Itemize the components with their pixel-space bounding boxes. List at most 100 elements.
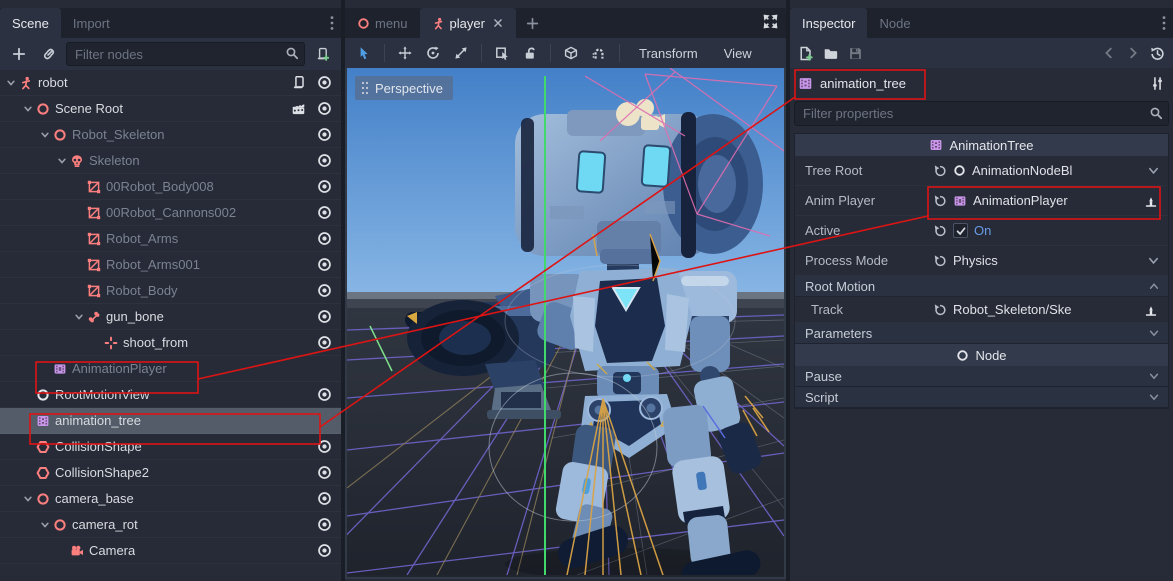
chevron-down-icon[interactable] [1147, 164, 1162, 177]
tab-inspector[interactable]: Inspector [790, 8, 867, 38]
filter-nodes-input[interactable] [66, 42, 305, 66]
tree-row-camera-rot[interactable]: camera_rot [0, 512, 341, 538]
revert-icon[interactable] [933, 224, 947, 238]
select-list-button[interactable] [489, 41, 515, 65]
new-resource-icon[interactable] [798, 46, 813, 61]
eye-icon[interactable] [311, 201, 337, 225]
tree-row-animation-tree[interactable]: animation_tree [0, 408, 341, 434]
inspector-menu-icon[interactable] [1161, 15, 1167, 31]
chevron-down-icon[interactable] [72, 311, 86, 323]
eye-icon[interactable] [311, 305, 337, 329]
chevron-down-icon[interactable] [21, 467, 35, 479]
chevron-down-icon[interactable] [72, 207, 86, 219]
chevron-down-icon[interactable] [38, 129, 52, 141]
script-icon[interactable] [285, 71, 311, 95]
new-scene-tab-button[interactable] [516, 8, 549, 38]
section-pause[interactable]: Pause [795, 366, 1168, 387]
chevron-down-icon[interactable] [21, 103, 35, 115]
tree-root-value[interactable]: AnimationNodeBl [953, 163, 1162, 178]
revert-icon[interactable] [933, 303, 947, 317]
tree-row-skeleton[interactable]: Skeleton [0, 148, 341, 174]
tree-row-robot-arms[interactable]: Robot_Arms [0, 226, 341, 252]
eye-icon[interactable] [311, 539, 337, 563]
chevron-down-icon[interactable] [72, 233, 86, 245]
tab-import[interactable]: Import [61, 8, 122, 38]
save-resource-icon[interactable] [848, 46, 863, 61]
eye-icon[interactable] [311, 513, 337, 537]
chevron-down-icon[interactable] [21, 493, 35, 505]
chevron-down-icon[interactable] [72, 259, 86, 271]
instance-scene-button[interactable] [36, 42, 62, 66]
tree-row-camera-base[interactable]: camera_base [0, 486, 341, 512]
snap-button[interactable] [586, 41, 612, 65]
eye-icon[interactable] [311, 149, 337, 173]
chevron-down-icon[interactable] [55, 545, 69, 557]
movie-clapper-icon[interactable] [285, 97, 311, 121]
chevron-down-icon[interactable] [89, 337, 103, 349]
eye-icon[interactable] [311, 123, 337, 147]
tab-menu-scene[interactable]: menu [345, 8, 420, 38]
group-button[interactable] [558, 41, 584, 65]
lock-button[interactable] [517, 41, 543, 65]
tree-row-robot-skeleton[interactable]: Robot_Skeleton [0, 122, 341, 148]
history-back-icon[interactable] [1102, 46, 1116, 60]
eye-icon[interactable] [311, 227, 337, 251]
tree-row-collisionshape[interactable]: CollisionShape [0, 434, 341, 460]
assign-node-icon[interactable] [1144, 303, 1162, 317]
object-history-icon[interactable] [1150, 46, 1165, 61]
chevron-down-icon[interactable] [1147, 254, 1162, 267]
chevron-down-icon[interactable] [72, 181, 86, 193]
eye-icon[interactable] [311, 435, 337, 459]
tree-row-00robot-cannons002[interactable]: 00Robot_Cannons002 [0, 200, 341, 226]
chevron-down-icon[interactable] [4, 77, 18, 89]
anim-player-value[interactable]: AnimationPlayer [953, 193, 1162, 208]
section-root-motion[interactable]: Root Motion [795, 276, 1168, 297]
tab-player-scene[interactable]: player [420, 8, 516, 38]
tab-node[interactable]: Node [867, 8, 922, 38]
add-node-button[interactable] [6, 42, 32, 66]
chevron-down-icon[interactable] [21, 389, 35, 401]
select-tool-button[interactable] [351, 41, 377, 65]
tree-row-rootmotionview[interactable]: RootMotionView [0, 382, 341, 408]
chevron-down-icon[interactable] [21, 415, 35, 427]
load-resource-icon[interactable] [823, 46, 838, 61]
revert-icon[interactable] [933, 164, 947, 178]
revert-icon[interactable] [933, 194, 947, 208]
transform-menu[interactable]: Transform [627, 46, 710, 61]
eye-icon[interactable] [311, 279, 337, 303]
tree-row-animationplayer[interactable]: AnimationPlayer [0, 356, 341, 382]
chevron-down-icon[interactable] [72, 285, 86, 297]
eye-icon[interactable] [311, 175, 337, 199]
tree-row-collisionshape2[interactable]: CollisionShape2 [0, 460, 341, 486]
tree-row-00robot-body008[interactable]: 00Robot_Body008 [0, 174, 341, 200]
scene-dock-menu-icon[interactable] [329, 15, 335, 31]
tree-row-scene-root[interactable]: Scene Root [0, 96, 341, 122]
track-value[interactable]: Robot_Skeleton/Ske [953, 302, 1162, 317]
revert-icon[interactable] [933, 254, 947, 268]
section-script[interactable]: Script [795, 387, 1168, 408]
eye-icon[interactable] [311, 97, 337, 121]
history-forward-icon[interactable] [1126, 46, 1140, 60]
attach-script-button[interactable] [309, 42, 335, 66]
rotate-tool-button[interactable] [420, 41, 446, 65]
tree-row-robot-body[interactable]: Robot_Body [0, 278, 341, 304]
viewport-3d[interactable]: Perspective [345, 68, 786, 579]
tree-row-shoot-from[interactable]: shoot_from [0, 330, 341, 356]
view-menu[interactable]: View [712, 46, 764, 61]
active-checkbox[interactable] [953, 223, 968, 238]
distraction-free-icon[interactable] [763, 14, 778, 29]
section-parameters[interactable]: Parameters [795, 323, 1168, 344]
eye-icon[interactable] [311, 253, 337, 277]
perspective-menu[interactable]: Perspective [355, 76, 453, 100]
tree-row-robot[interactable]: robot [0, 70, 341, 96]
move-tool-button[interactable] [392, 41, 418, 65]
process-mode-dropdown[interactable]: Physics [953, 253, 1162, 268]
tree-row-gun-bone[interactable]: gun_bone [0, 304, 341, 330]
eye-icon[interactable] [311, 487, 337, 511]
eye-icon[interactable] [311, 383, 337, 407]
chevron-down-icon[interactable] [21, 441, 35, 453]
filter-properties-input[interactable] [794, 101, 1169, 126]
chevron-down-icon[interactable] [38, 363, 52, 375]
close-icon[interactable] [492, 17, 504, 29]
chevron-down-icon[interactable] [55, 155, 69, 167]
